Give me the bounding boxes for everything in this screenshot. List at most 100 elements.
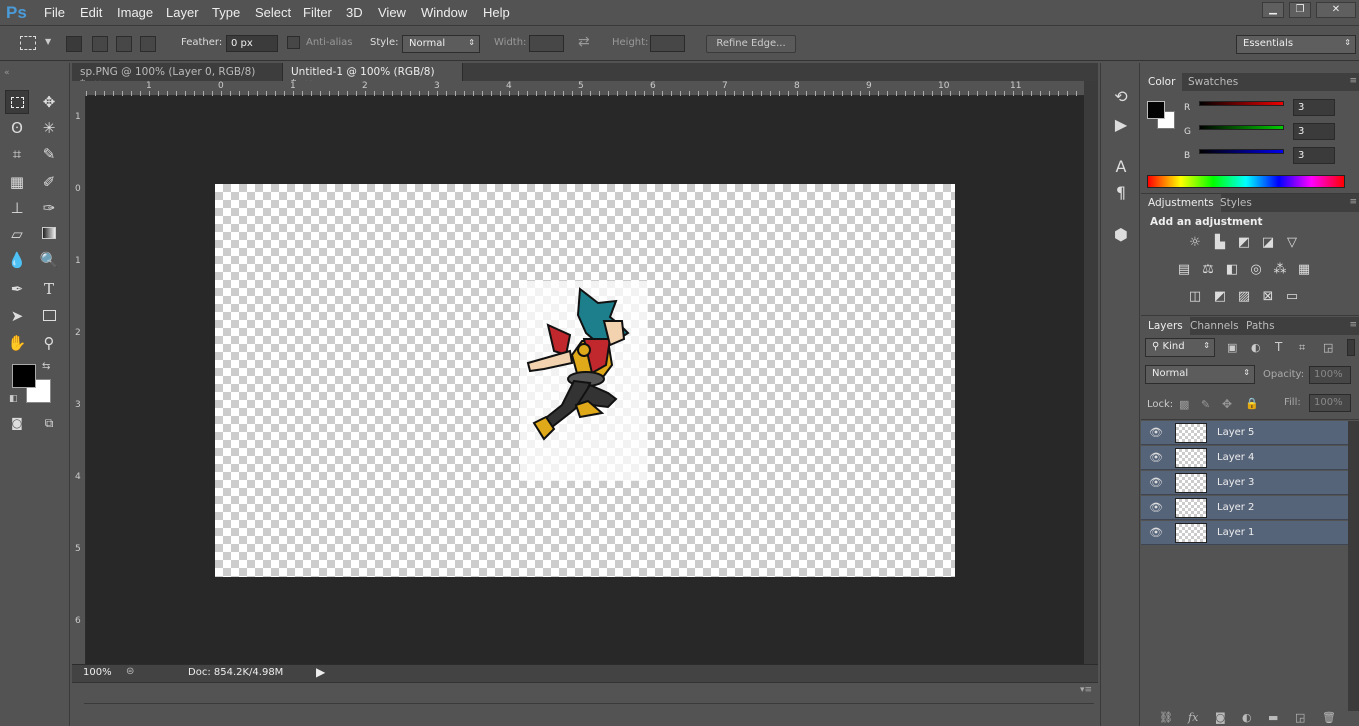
filter-kind-select[interactable]: ⚲ Kind ⇕ bbox=[1145, 338, 1215, 357]
green-slider[interactable] bbox=[1199, 125, 1284, 130]
filter-toggle[interactable] bbox=[1347, 339, 1355, 356]
healing-brush-tool-icon[interactable]: ▦ bbox=[5, 170, 29, 194]
menu-view[interactable]: View bbox=[378, 5, 406, 20]
panel-menu-icon[interactable]: ≡ bbox=[1349, 76, 1357, 86]
visibility-eye-icon[interactable]: 👁 bbox=[1149, 426, 1163, 439]
color-spectrum-bar[interactable] bbox=[1147, 175, 1345, 188]
photo-filter-icon[interactable]: ◎ bbox=[1247, 261, 1265, 279]
add-to-selection-icon[interactable] bbox=[92, 36, 108, 52]
blend-mode-select[interactable]: Normal ⇕ bbox=[1145, 365, 1255, 384]
vertical-ruler[interactable]: 1 0 1 2 3 4 5 6 bbox=[72, 96, 86, 664]
menu-window[interactable]: Window bbox=[421, 5, 467, 20]
quick-mask-icon[interactable]: ◙ bbox=[5, 411, 29, 435]
color-balance-icon[interactable]: ⚖ bbox=[1199, 261, 1217, 279]
link-layers-icon[interactable]: ⛓ bbox=[1159, 711, 1173, 724]
visibility-eye-icon[interactable]: 👁 bbox=[1149, 501, 1163, 514]
invert-icon[interactable]: ◫ bbox=[1186, 288, 1204, 306]
refine-edge-button[interactable]: Refine Edge... bbox=[706, 35, 796, 53]
clone-stamp-tool-icon[interactable]: ⊥ bbox=[5, 196, 29, 220]
tab-untitled-1[interactable]: Untitled-1 @ 100% (RGB/8) *× bbox=[283, 63, 463, 90]
lock-transparent-icon[interactable]: ▩ bbox=[1179, 398, 1189, 411]
pen-tool-icon[interactable]: ✒ bbox=[5, 277, 29, 301]
foreground-color-swatch[interactable] bbox=[12, 364, 36, 388]
panel-menu-icon[interactable]: ▾≡ bbox=[1080, 685, 1092, 695]
vertical-scrollbar[interactable] bbox=[1084, 81, 1098, 664]
opacity-input[interactable]: 100% bbox=[1309, 366, 1351, 384]
layer-style-icon[interactable]: fx bbox=[1188, 711, 1198, 724]
channel-mixer-icon[interactable]: ⁂ bbox=[1271, 261, 1289, 279]
hand-tool-icon[interactable]: ✋ bbox=[5, 331, 29, 355]
style-select[interactable]: Normal ⇕ bbox=[402, 35, 480, 53]
workspace-select[interactable]: Essentials ⇕ bbox=[1236, 35, 1356, 54]
menu-type[interactable]: Type bbox=[212, 5, 240, 20]
swap-colors-icon[interactable]: ⇆ bbox=[42, 361, 50, 372]
antialias-checkbox[interactable] bbox=[287, 36, 300, 49]
tab-styles[interactable]: Styles bbox=[1213, 194, 1259, 212]
restore-button[interactable]: ❐ bbox=[1289, 2, 1311, 18]
magic-wand-tool-icon[interactable]: ✳ bbox=[37, 116, 61, 140]
menu-3d[interactable]: 3D bbox=[346, 5, 363, 20]
menu-image[interactable]: Image bbox=[117, 5, 153, 20]
document-info-icon[interactable]: ⊜ bbox=[126, 666, 134, 677]
filter-adjustment-icon[interactable]: ◐ bbox=[1251, 341, 1261, 354]
tab-adjustments[interactable]: Adjustments bbox=[1141, 194, 1221, 212]
green-value[interactable]: 3 bbox=[1293, 123, 1335, 140]
zoom-tool-icon[interactable]: ⚲ bbox=[37, 331, 61, 355]
rectangular-marquee-tool-icon[interactable] bbox=[5, 90, 29, 114]
new-selection-icon[interactable] bbox=[66, 36, 82, 52]
history-brush-tool-icon[interactable]: ✑ bbox=[37, 196, 61, 220]
visibility-eye-icon[interactable]: 👁 bbox=[1149, 451, 1163, 464]
status-menu-arrow-icon[interactable]: ▶ bbox=[316, 665, 325, 679]
menu-file[interactable]: File bbox=[44, 5, 65, 20]
filter-type-icon[interactable]: T bbox=[1275, 340, 1282, 354]
exposure-icon[interactable]: ◪ bbox=[1259, 234, 1277, 252]
blue-slider[interactable] bbox=[1199, 149, 1284, 154]
foreground-color-chip[interactable] bbox=[1147, 101, 1165, 119]
width-input[interactable] bbox=[529, 35, 564, 52]
actions-play-icon[interactable]: ▶ bbox=[1109, 113, 1133, 137]
hue-saturation-icon[interactable]: ▤ bbox=[1175, 261, 1193, 279]
sprite-layer-content[interactable] bbox=[520, 281, 648, 481]
tool-preset-dropdown-icon[interactable]: ▼ bbox=[45, 37, 51, 46]
rectangle-tool-icon[interactable] bbox=[37, 304, 61, 328]
screen-mode-icon[interactable]: ⧉ bbox=[37, 411, 61, 435]
layer-row[interactable]: 👁 Layer 2 bbox=[1141, 496, 1348, 520]
panel-collapse-icon[interactable]: « bbox=[4, 68, 10, 78]
minimize-button[interactable]: ▁ bbox=[1262, 2, 1284, 18]
tab-swatches[interactable]: Swatches bbox=[1181, 73, 1245, 91]
menu-edit[interactable]: Edit bbox=[80, 5, 102, 20]
blue-value[interactable]: 3 bbox=[1293, 147, 1335, 164]
curves-icon[interactable]: ◩ bbox=[1235, 234, 1253, 252]
default-colors-icon[interactable]: ◧ bbox=[9, 394, 18, 404]
type-tool-icon[interactable]: T bbox=[37, 277, 61, 301]
layer-row[interactable]: 👁 Layer 4 bbox=[1141, 446, 1348, 470]
menu-select[interactable]: Select bbox=[255, 5, 291, 20]
eyedropper-tool-icon[interactable]: ✎ bbox=[37, 142, 61, 166]
tab-paths[interactable]: Paths bbox=[1239, 317, 1282, 335]
gradient-map-icon[interactable]: ▭ bbox=[1283, 288, 1301, 306]
visibility-eye-icon[interactable]: 👁 bbox=[1149, 476, 1163, 489]
filter-pixel-icon[interactable]: ▣ bbox=[1227, 341, 1237, 354]
menu-help[interactable]: Help bbox=[483, 5, 510, 20]
menu-filter[interactable]: Filter bbox=[303, 5, 332, 20]
red-value[interactable]: 3 bbox=[1293, 99, 1335, 116]
panel-menu-icon[interactable]: ≡ bbox=[1349, 320, 1357, 330]
tab-channels[interactable]: Channels bbox=[1183, 317, 1246, 335]
vibrance-icon[interactable]: ▽ bbox=[1283, 234, 1301, 252]
new-group-icon[interactable]: ▬ bbox=[1268, 711, 1278, 724]
tab-color[interactable]: Color bbox=[1141, 73, 1183, 91]
lock-image-icon[interactable]: ✎ bbox=[1201, 398, 1210, 411]
filter-smart-object-icon[interactable]: ◲ bbox=[1323, 341, 1333, 354]
menu-layer[interactable]: Layer bbox=[166, 5, 199, 20]
visibility-eye-icon[interactable]: 👁 bbox=[1149, 526, 1163, 539]
levels-icon[interactable]: ▙ bbox=[1211, 234, 1229, 252]
dodge-tool-icon[interactable]: 🔍 bbox=[37, 248, 61, 272]
close-button[interactable]: ✕ bbox=[1316, 2, 1356, 18]
layer-row[interactable]: 👁 Layer 5 bbox=[1141, 421, 1348, 445]
path-selection-tool-icon[interactable]: ➤ bbox=[5, 304, 29, 328]
swap-dimensions-icon[interactable]: ⇄ bbox=[578, 34, 590, 50]
character-icon[interactable]: A bbox=[1109, 155, 1133, 179]
blur-tool-icon[interactable]: 💧 bbox=[5, 248, 29, 272]
lock-all-icon[interactable]: 🔒 bbox=[1245, 397, 1259, 410]
intersect-selection-icon[interactable] bbox=[140, 36, 156, 52]
